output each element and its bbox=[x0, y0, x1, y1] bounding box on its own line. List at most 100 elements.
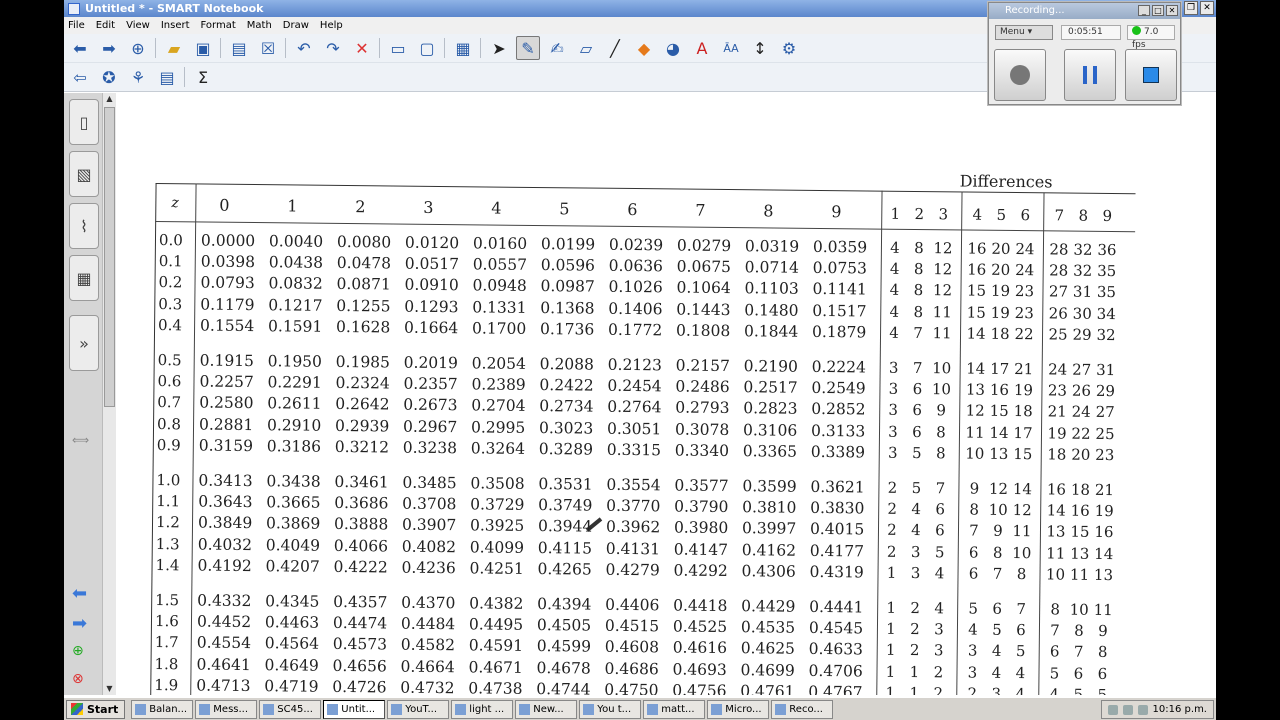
taskbar-button[interactable]: You t... bbox=[579, 699, 642, 719]
eraser-icon[interactable]: ▱ bbox=[574, 36, 598, 60]
page-sorter-tab[interactable]: ▯ bbox=[69, 99, 99, 145]
menu-math[interactable]: Math bbox=[247, 20, 272, 31]
table-cell: 0.4525 bbox=[672, 617, 728, 637]
delete-icon[interactable]: ✕ bbox=[350, 36, 374, 60]
fill-icon[interactable]: ◕ bbox=[661, 36, 685, 60]
text-icon[interactable]: A bbox=[690, 36, 714, 60]
recorder-minimize-button[interactable]: _ bbox=[1138, 5, 1150, 16]
menu-insert[interactable]: Insert bbox=[161, 20, 190, 31]
menu-file[interactable]: File bbox=[68, 20, 85, 31]
menu-draw[interactable]: Draw bbox=[283, 20, 309, 31]
forward-icon[interactable]: ➡ bbox=[97, 36, 121, 60]
paste-icon[interactable]: ▤ bbox=[227, 36, 251, 60]
difference-cell: 6 bbox=[912, 401, 923, 420]
save-icon[interactable]: ▣ bbox=[191, 36, 215, 60]
record-button[interactable] bbox=[994, 49, 1046, 101]
taskbar-button[interactable]: Untit... bbox=[323, 699, 386, 719]
math-sigma-icon[interactable]: Σ bbox=[191, 65, 215, 89]
auto-hide-tab[interactable]: » bbox=[69, 315, 99, 371]
taskbar-button[interactable]: light ... bbox=[451, 699, 514, 719]
line-icon[interactable]: ╱ bbox=[603, 36, 627, 60]
next-page-icon[interactable]: ➡ bbox=[72, 613, 87, 634]
difference-cell: 9 bbox=[1098, 622, 1108, 641]
table-icon[interactable]: ▦ bbox=[451, 36, 475, 60]
difference-cell: 4 bbox=[890, 238, 900, 257]
difference-group: 789 bbox=[1043, 622, 1115, 641]
screen-shade-icon[interactable]: ▭ bbox=[386, 36, 410, 60]
pause-button[interactable] bbox=[1064, 49, 1116, 101]
add-page-icon[interactable]: ⊕ bbox=[72, 643, 84, 659]
taskbar-button[interactable]: YouT... bbox=[387, 699, 450, 719]
taskbar-button[interactable]: Balan... bbox=[131, 699, 194, 719]
undo-icon[interactable]: ↶ bbox=[292, 36, 316, 60]
scroll-down-icon[interactable]: ▼ bbox=[104, 683, 115, 695]
difference-cell: 15 bbox=[1070, 523, 1090, 542]
difference-cell: 3 bbox=[934, 620, 944, 639]
attachments-tab[interactable]: ⌇ bbox=[69, 203, 99, 249]
taskbar-button[interactable]: Micro... bbox=[707, 699, 770, 719]
difference-cell: 7 bbox=[935, 479, 946, 498]
difference-cell: 2 bbox=[887, 521, 897, 540]
difference-cell: 14 bbox=[966, 324, 986, 343]
table-cell: 0.0557 bbox=[472, 255, 528, 275]
menu-view[interactable]: View bbox=[126, 20, 150, 31]
gallery-tab[interactable]: ▧ bbox=[69, 151, 99, 197]
difference-group: 566 bbox=[1042, 664, 1114, 683]
font-format-icon[interactable]: ĀA bbox=[719, 36, 743, 60]
full-screen-icon[interactable]: ▢ bbox=[415, 36, 439, 60]
open-folder-icon[interactable]: ▰ bbox=[162, 36, 186, 60]
line-spacing-icon[interactable]: ↕ bbox=[748, 36, 772, 60]
difference-cell: 2 bbox=[887, 499, 898, 518]
table-tools-icon[interactable]: ▤ bbox=[155, 65, 179, 89]
creative-pen-icon[interactable]: ✍ bbox=[545, 36, 569, 60]
table-cell: 0.3944 bbox=[537, 517, 593, 537]
move-toolbar-icon[interactable]: ⇦ bbox=[68, 65, 92, 89]
table-cell: 0.4732 bbox=[400, 678, 455, 695]
start-button[interactable]: Start bbox=[66, 699, 126, 719]
menu-help[interactable]: Help bbox=[320, 20, 343, 31]
scrollbar-thumb[interactable] bbox=[104, 107, 115, 407]
recorder-menu-dropdown[interactable]: Menu ▾ bbox=[995, 25, 1053, 40]
magic-pen-icon[interactable]: ✪ bbox=[97, 65, 121, 89]
taskbar-button[interactable]: SC45... bbox=[259, 699, 322, 719]
table-cell: 0.4131 bbox=[605, 539, 661, 558]
taskbar-button[interactable]: Mess... bbox=[195, 699, 258, 719]
close-button[interactable]: ✕ bbox=[1200, 1, 1214, 15]
table-cell: 0.3485 bbox=[402, 473, 457, 493]
table-cell: 0.4177 bbox=[809, 541, 865, 561]
scroll-up-icon[interactable]: ▲ bbox=[104, 93, 115, 105]
table-cell: 0.0438 bbox=[268, 253, 324, 272]
difference-cell: 10 bbox=[1045, 565, 1066, 584]
menu-edit[interactable]: Edit bbox=[96, 20, 115, 31]
whiteboard-canvas[interactable]: Differences z 0 1 2 3 4 5 6 7 8 9 1 2 3 4 5 6 7 8 9 0.0 0.00… bbox=[118, 93, 1216, 695]
back-icon[interactable]: ⬅ bbox=[68, 36, 92, 60]
table-cell: 0.1293 bbox=[404, 297, 459, 316]
taskbar-button[interactable]: Reco... bbox=[771, 699, 834, 719]
redo-icon[interactable]: ↷ bbox=[321, 36, 345, 60]
properties-icon[interactable]: ⚙ bbox=[777, 36, 801, 60]
taskbar-button[interactable]: matt... bbox=[643, 699, 706, 719]
shape-recognition-icon[interactable]: ⚘ bbox=[126, 65, 150, 89]
menu-format[interactable]: Format bbox=[201, 20, 236, 31]
delete-page-icon[interactable]: ☒ bbox=[256, 36, 280, 60]
recorder-maximize-button[interactable]: □ bbox=[1152, 5, 1164, 16]
taskbar-button[interactable]: New... bbox=[515, 699, 578, 719]
resize-arrows-icon[interactable]: ⟺ bbox=[72, 433, 89, 447]
shapes-icon[interactable]: ◆ bbox=[632, 36, 656, 60]
column-header: 5 bbox=[559, 199, 570, 219]
table-cell: 0.2580 bbox=[199, 393, 254, 413]
select-icon[interactable]: ➤ bbox=[487, 36, 511, 60]
vertical-scrollbar[interactable]: ▲ ▼ bbox=[102, 93, 116, 695]
difference-cell: 8 bbox=[913, 281, 924, 300]
table-cell: 0.2257 bbox=[199, 372, 254, 392]
taskbar-button-label: Untit... bbox=[341, 703, 376, 715]
recorder-close-button[interactable]: ✕ bbox=[1166, 5, 1178, 16]
add-page-icon[interactable]: ⊕ bbox=[126, 36, 150, 60]
stop-button[interactable] bbox=[1125, 49, 1177, 101]
pen-icon[interactable]: ✎ bbox=[516, 36, 540, 60]
restore-button[interactable]: ❐ bbox=[1184, 1, 1198, 15]
delete-page-icon[interactable]: ⊗ bbox=[72, 671, 84, 687]
difference-cell: 15 bbox=[989, 402, 1009, 421]
properties-tab[interactable]: ▦ bbox=[69, 255, 99, 301]
previous-page-icon[interactable]: ⬅ bbox=[72, 583, 87, 604]
